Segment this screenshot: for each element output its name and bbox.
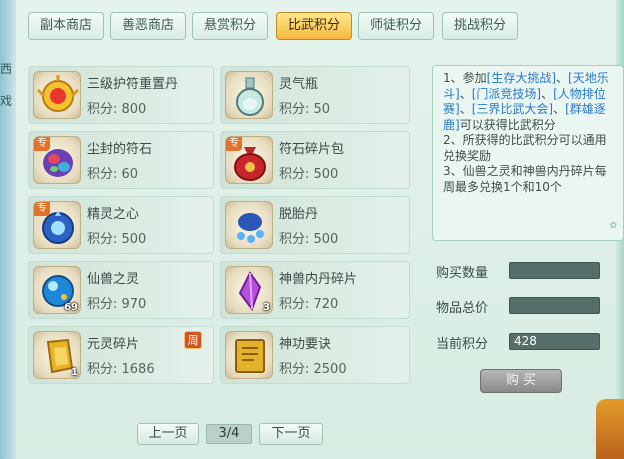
rune-stone-icon: 专 [33, 136, 81, 184]
item-points: 积分: 720 [279, 297, 339, 312]
shop-item[interactable]: 3 神兽内丹碎片 积分: 720 [220, 261, 410, 319]
item-name: 灵气瓶 [279, 77, 319, 92]
item-name: 三级护符重置丹 [87, 77, 179, 92]
item-name: 仙兽之灵 [87, 272, 140, 287]
shop-item[interactable]: 专 符石碎片包 积分: 500 [220, 131, 410, 189]
shop-item[interactable]: 脱胎丹 积分: 500 [220, 196, 410, 254]
fragment-bag-icon: 专 [225, 136, 273, 184]
shop-item[interactable]: 三级护符重置丹 积分: 800 [28, 66, 214, 124]
item-points: 积分: 2500 [279, 362, 347, 377]
buy-button[interactable]: 购 买 [480, 369, 562, 393]
item-name: 精灵之心 [87, 207, 140, 222]
golden-amulet-icon [33, 71, 81, 119]
side-label: 戏 [0, 94, 13, 108]
item-points: 积分: 1686 [87, 362, 155, 377]
rule-2: 2、所获得的比武积分可以通用兑换奖励 [443, 133, 607, 163]
item-quantity: 3 [263, 302, 270, 313]
rule-text: 、 [556, 71, 569, 85]
current-points-label: 当前积分 [436, 337, 489, 352]
activity-link[interactable]: [生存大挑战] [487, 71, 556, 85]
shop-item[interactable]: 专 尘封的符石 积分: 60 [28, 131, 214, 189]
rule-text: 、 [459, 86, 472, 101]
spirit-heart-icon: 专 [33, 201, 81, 249]
activity-link[interactable]: [三界比武大会] [472, 102, 553, 116]
rule-text: 可以获得比武积分 [459, 117, 556, 132]
tab-dungeon-shop[interactable]: 副本商店 [28, 12, 104, 40]
item-name: 符石碎片包 [279, 142, 345, 157]
tab-arena-points[interactable]: 比武积分 [276, 12, 352, 40]
prev-page-button[interactable]: 上一页 [137, 423, 199, 445]
item-points: 积分: 60 [87, 167, 139, 182]
left-side-panel: 西 戏 [0, 0, 16, 459]
item-name: 尘封的符石 [87, 142, 153, 157]
activity-link[interactable]: [门派竞技场] [472, 87, 541, 101]
total-price-label: 物品总价 [436, 301, 489, 316]
total-price-field [509, 297, 600, 314]
exclusive-tag: 专 [34, 137, 50, 151]
item-name: 神功要诀 [279, 337, 332, 352]
item-points: 积分: 800 [87, 102, 147, 117]
spirit-vase-icon [225, 71, 273, 119]
panel-corner-deco: ✿ [609, 220, 617, 231]
tab-karma-shop[interactable]: 善恶商店 [110, 12, 186, 40]
weekly-limit-badge: 周 [184, 331, 202, 349]
item-points: 积分: 500 [279, 232, 339, 247]
rule-text: 1、参加 [443, 71, 487, 85]
crystal-shard-icon: 3 [225, 266, 273, 314]
next-page-button[interactable]: 下一页 [259, 423, 323, 445]
shop-item[interactable]: 69 仙兽之灵 积分: 970 [28, 261, 214, 319]
tab-challenge-points[interactable]: 挑战积分 [442, 12, 518, 40]
buy-quantity-input[interactable] [509, 262, 600, 279]
item-name: 神兽内丹碎片 [279, 272, 358, 287]
item-points: 积分: 50 [279, 102, 331, 117]
item-points: 积分: 500 [87, 232, 147, 247]
tab-bounty-points[interactable]: 悬赏积分 [192, 12, 268, 40]
current-points-field: 428 [509, 333, 600, 350]
shop-item[interactable]: 专 精灵之心 积分: 500 [28, 196, 214, 254]
rule-3: 3、仙兽之灵和神兽内丹碎片每周最多兑换1个和10个 [443, 164, 607, 194]
item-quantity: 69 [64, 302, 78, 313]
exclusive-tag: 专 [34, 202, 50, 216]
rule-text: 、 [541, 86, 554, 101]
rule-1: 1、参加[生存大挑战]、[天地乐斗]、[门派竞技场]、[人物排位赛]、[三界比武… [443, 71, 615, 133]
item-points: 积分: 500 [279, 167, 339, 182]
beast-orb-icon: 69 [33, 266, 81, 314]
page-indicator: 3/4 [206, 424, 252, 444]
rebirth-pill-icon [225, 201, 273, 249]
exclusive-tag: 专 [226, 137, 242, 151]
yuanling-shard-icon: 1 [33, 331, 81, 379]
item-quantity: 1 [71, 367, 78, 378]
tab-mentor-points[interactable]: 师徒积分 [358, 12, 434, 40]
item-name: 元灵碎片 [87, 337, 140, 352]
item-points: 积分: 970 [87, 297, 147, 312]
buy-quantity-label: 购买数量 [436, 266, 489, 281]
side-label: 西 [0, 62, 13, 76]
skill-book-icon [225, 331, 273, 379]
item-name: 脱胎丹 [279, 207, 319, 222]
rule-text: 、 [553, 102, 566, 116]
shop-item[interactable]: 灵气瓶 积分: 50 [220, 66, 410, 124]
shop-window: 西 戏 副本商店 善恶商店 悬赏积分 比武积分 师徒积分 挑战积分 三级护符重置… [0, 0, 624, 459]
rule-text: 、 [459, 102, 472, 116]
corner-ornament-icon [596, 399, 624, 459]
rules-panel: 1、参加[生存大挑战]、[天地乐斗]、[门派竞技场]、[人物排位赛]、[三界比武… [432, 65, 624, 241]
shop-item[interactable]: 神功要诀 积分: 2500 [220, 326, 410, 384]
